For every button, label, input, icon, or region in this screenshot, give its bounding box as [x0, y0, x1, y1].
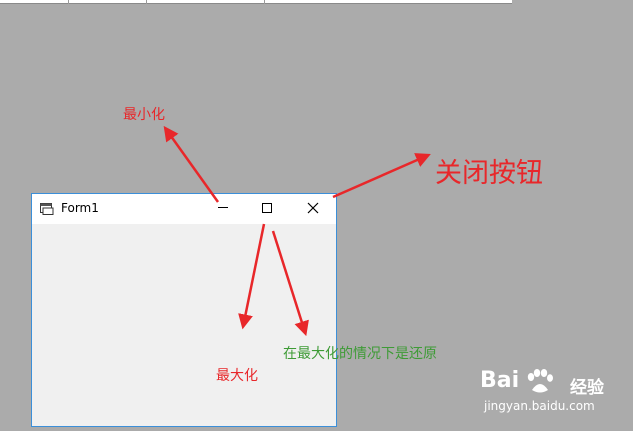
minimize-arrow [163, 125, 220, 203]
maximize-arrow [238, 223, 266, 330]
watermark-jingyan: 经验 [570, 378, 604, 398]
watermark-brand: Bai [480, 368, 520, 393]
restore-annotation: 在最大化的情况下是还原 [283, 346, 437, 362]
close-arrow [332, 153, 431, 199]
baidu-jingyan-watermark: Bai 经验 jingyan.baidu.com [480, 368, 630, 418]
close-annotation: 关闭按钮 [435, 158, 543, 189]
maximize-annotation: 最大化 [216, 368, 258, 384]
paw-icon [527, 369, 553, 393]
minimize-annotation: 最小化 [123, 107, 165, 123]
watermark-url: jingyan.baidu.com [484, 399, 595, 413]
annotation-arrows [163, 125, 431, 337]
restore-arrow [271, 230, 309, 337]
